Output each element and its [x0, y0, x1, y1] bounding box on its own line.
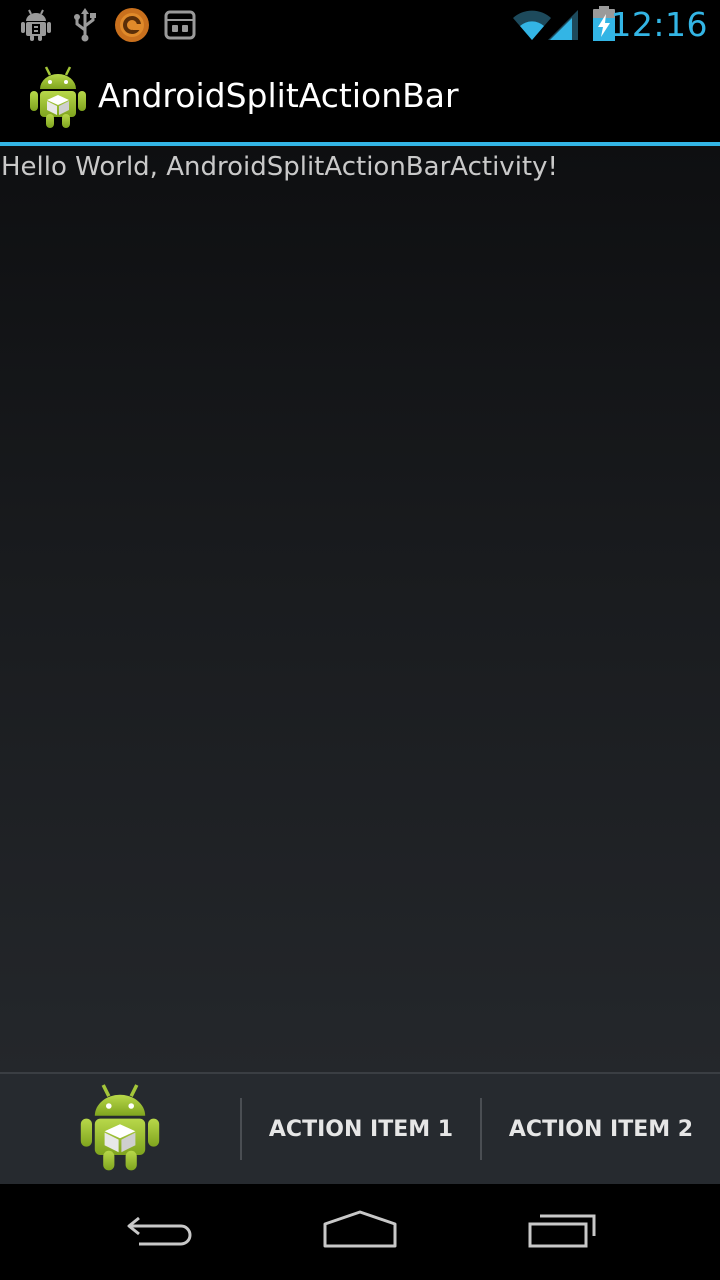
- android-app-icon[interactable]: [28, 64, 88, 134]
- recents-icon: [526, 1210, 598, 1254]
- signal-icon: [548, 8, 580, 46]
- bbm-icon: [164, 8, 196, 46]
- action-item-2-button[interactable]: ACTION ITEM 2: [482, 1074, 720, 1184]
- home-icon: [322, 1210, 398, 1254]
- action-item-1-button[interactable]: ACTION ITEM 1: [242, 1074, 480, 1184]
- content-area: Hello World, AndroidSplitActionBarActivi…: [0, 146, 720, 1072]
- screen: 12:16 AndroidSplitActionBar Hello World,…: [0, 0, 720, 1280]
- status-bar: 12:16: [0, 0, 720, 50]
- recents-button[interactable]: [442, 1184, 682, 1280]
- back-icon: [125, 1210, 195, 1254]
- wifi-icon: [512, 8, 552, 46]
- app-title: AndroidSplitActionBar: [98, 76, 459, 115]
- split-action-icon-button[interactable]: [0, 1074, 240, 1184]
- action-item-1-label: ACTION ITEM 1: [268, 1116, 454, 1142]
- status-time: 12:16: [610, 5, 708, 44]
- hello-text: Hello World, AndroidSplitActionBarActivi…: [1, 152, 558, 182]
- sync-app-icon: [114, 7, 150, 47]
- android-debug-icon: [20, 8, 52, 46]
- usb-icon: [72, 8, 98, 46]
- split-action-bar: ACTION ITEM 1 ACTION ITEM 2: [0, 1072, 720, 1184]
- action-item-2-label: ACTION ITEM 2: [508, 1116, 694, 1142]
- android-app-icon: [78, 1080, 162, 1178]
- navigation-bar: [0, 1184, 720, 1280]
- action-bar: AndroidSplitActionBar: [0, 50, 720, 142]
